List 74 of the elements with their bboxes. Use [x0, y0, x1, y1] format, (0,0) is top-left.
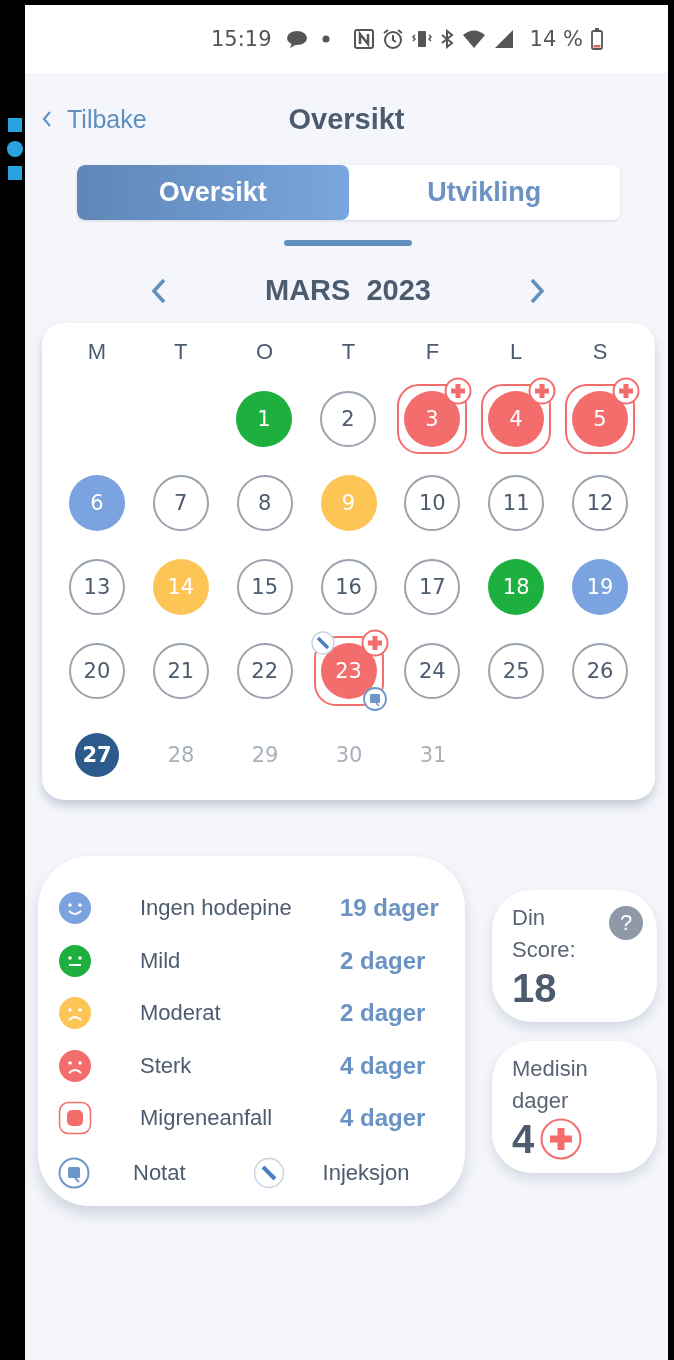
day-button[interactable]: 20	[68, 643, 125, 699]
day-button[interactable]: 17	[404, 559, 461, 615]
day-button[interactable]: 26	[572, 643, 629, 699]
legend-label: Moderat	[140, 1000, 222, 1027]
battery-percent: 14 %	[529, 27, 583, 51]
help-button[interactable]: ?	[609, 906, 643, 940]
day-button[interactable]: 13	[68, 559, 125, 615]
legend-label: Mild	[140, 947, 182, 974]
day-button[interactable]: 30	[321, 727, 377, 783]
tab[interactable]: Oversikt	[77, 165, 349, 220]
weekday-label: M	[86, 339, 108, 366]
dot-icon	[321, 35, 330, 43]
day-button[interactable]: 15	[236, 559, 293, 615]
day-button[interactable]: 29	[237, 727, 293, 783]
chat-icon	[285, 29, 308, 49]
day-button[interactable]: 27	[75, 733, 119, 777]
legend-count: 4 dager	[340, 1104, 426, 1133]
wifi-icon	[461, 29, 486, 49]
weekday-label: T	[173, 339, 189, 366]
weekday-label: S	[591, 339, 609, 366]
alarm-icon	[381, 28, 404, 50]
bluetooth-icon	[439, 29, 454, 49]
month-label: MARS 2023	[265, 274, 431, 307]
legend-count: 2 dager	[340, 999, 426, 1028]
back-link[interactable]: Tilbake	[41, 104, 147, 134]
day-button[interactable]: 11	[488, 475, 545, 531]
day-button[interactable]: 3	[404, 391, 460, 447]
day-button[interactable]: 31	[405, 727, 461, 783]
medicine-days-label: Medisin dager	[512, 1055, 589, 1115]
medicine-days-value: 4	[512, 1117, 535, 1161]
day-button[interactable]: 5	[572, 391, 628, 447]
score-value: 18	[512, 966, 558, 1010]
day-button[interactable]: 16	[320, 559, 377, 615]
day-button[interactable]: 28	[153, 727, 209, 783]
legend-label: Sterk	[140, 1052, 193, 1079]
legend-label: Ingen hodepine	[140, 895, 293, 922]
day-button[interactable]: 21	[152, 643, 209, 699]
day-button[interactable]: 22	[236, 643, 293, 699]
chevron-left-icon	[41, 110, 53, 128]
weekday-label: F	[424, 339, 441, 366]
legend-label: Notat	[133, 1159, 186, 1186]
note-icon	[58, 1156, 90, 1189]
day-button[interactable]: 6	[68, 475, 125, 531]
day-button[interactable]: 12	[572, 475, 629, 531]
day-button[interactable]: 18	[488, 559, 545, 615]
legend-count: 2 dager	[340, 946, 426, 975]
day-button[interactable]: 8	[236, 475, 293, 531]
score-label: Din Score:	[512, 904, 577, 964]
legend-count: 4 dager	[340, 1051, 426, 1080]
status-time: 15:19	[211, 27, 272, 51]
vibrate-icon	[411, 29, 432, 49]
drag-handle[interactable]	[284, 240, 412, 246]
legend-label: Migreneanfall	[140, 1105, 274, 1132]
medicine-cross-icon	[540, 1118, 583, 1160]
day-button[interactable]: 24	[404, 643, 461, 699]
battery-icon	[590, 28, 603, 50]
page-title: Oversikt	[288, 102, 405, 136]
day-button[interactable]: 19	[572, 559, 629, 615]
legend-label: Injeksjon	[322, 1159, 410, 1186]
syringe-icon	[252, 1156, 285, 1189]
nfc-icon	[353, 29, 374, 49]
day-button[interactable]: 25	[488, 643, 545, 699]
weekday-label: O	[255, 339, 275, 366]
floating-widget-icon[interactable]	[7, 118, 23, 180]
day-button[interactable]: 1	[236, 391, 292, 447]
day-button[interactable]: 2	[320, 391, 376, 447]
signal-icon	[493, 29, 514, 49]
weekday-label: T	[340, 339, 357, 366]
day-button[interactable]: 4	[488, 391, 544, 447]
day-button[interactable]: 10	[404, 475, 461, 531]
weekday-label: L	[509, 339, 524, 366]
day-button[interactable]: 7	[152, 475, 209, 531]
legend-count: 19 dager	[340, 894, 439, 923]
tab[interactable]: Utvikling	[348, 165, 620, 220]
